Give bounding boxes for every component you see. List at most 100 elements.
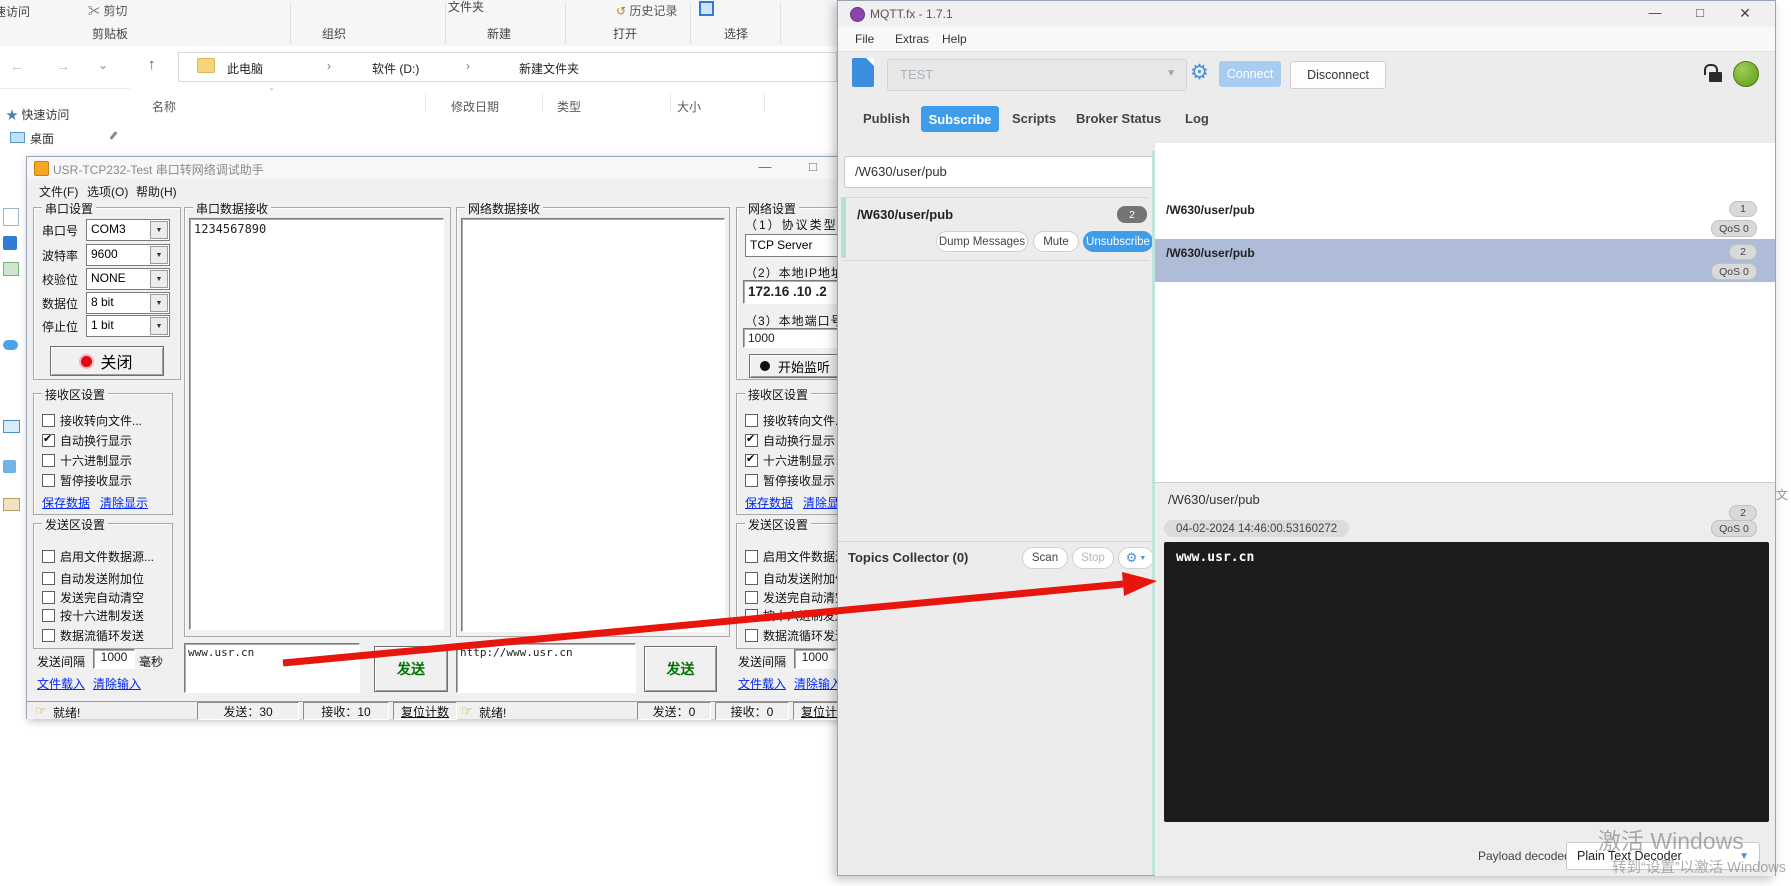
parity-select[interactable]: NONE▼ (86, 268, 170, 290)
checkbox-icon[interactable] (42, 629, 55, 642)
checkbox-icon[interactable] (745, 434, 758, 447)
cut-button[interactable]: ✂ 剪切 (88, 2, 127, 19)
checkbox-clear-after-send[interactable]: 发送完自动清空 (745, 589, 847, 606)
menu-options[interactable]: 选项(O) (87, 183, 128, 200)
checkbox-loop-send[interactable]: 数据流循环发送 (745, 627, 847, 644)
baud-rate-select[interactable]: 9600▼ (86, 244, 170, 266)
save-data-link[interactable]: 保存数据 (42, 494, 90, 511)
usr-minimize-button[interactable]: — (757, 159, 773, 174)
mute-button[interactable]: Mute (1033, 231, 1079, 252)
checkbox-hex-display[interactable]: 十六进制显示 (42, 452, 132, 469)
serial-send-input[interactable]: www.usr.cn (184, 643, 360, 693)
load-file-link[interactable]: 文件载入 (37, 675, 85, 692)
dropdown-arrow-icon[interactable]: ▼ (150, 246, 168, 264)
tab-subscribe[interactable]: Subscribe (921, 106, 999, 132)
column-header-name[interactable]: 名称 (152, 98, 176, 115)
message-row[interactable]: /W630/user/pub 1 QoS 0 (1155, 196, 1775, 240)
clear-input-link[interactable]: 清除输入 (794, 675, 842, 692)
checkbox-icon[interactable] (745, 550, 758, 563)
checkbox-file-source[interactable]: 启用文件数据源... (42, 548, 154, 565)
collector-gear-button[interactable]: ⚙▼ (1118, 547, 1154, 569)
back-icon[interactable]: ← (10, 58, 24, 74)
checkbox-icon[interactable] (42, 591, 55, 604)
data-bits-select[interactable]: 8 bit▼ (86, 292, 170, 314)
menu-help[interactable]: Help (942, 32, 967, 46)
column-separator[interactable] (764, 94, 765, 112)
history-button[interactable]: ↺ 历史记录 (616, 2, 677, 19)
mqtt-close-button[interactable]: ✕ (1728, 5, 1762, 22)
clear-display-link[interactable]: 清除显示 (100, 494, 148, 511)
menu-help[interactable]: 帮助(H) (136, 183, 177, 200)
document-icon[interactable] (3, 208, 19, 226)
net-send-button[interactable]: 发送 (644, 646, 717, 692)
checkbox-loop-send[interactable]: 数据流循环发送 (42, 627, 144, 644)
serial-port-select[interactable]: COM3▼ (86, 219, 170, 241)
dropdown-arrow-icon[interactable]: ▼ (150, 270, 168, 288)
stop-bits-select[interactable]: 1 bit▼ (86, 315, 170, 337)
mqtt-title-bar[interactable]: MQTT.fx - 1.7.1 — □ ✕ (838, 1, 1775, 27)
library-icon[interactable] (3, 460, 16, 473)
sidebar-item-desktop[interactable]: 桌面 (10, 130, 54, 147)
checkbox-pause-recv[interactable]: 暂停接收显示 (745, 472, 835, 489)
network-icon[interactable] (3, 498, 20, 511)
scan-button[interactable]: Scan (1022, 547, 1068, 569)
pictures-icon[interactable] (3, 262, 19, 276)
send-interval-input[interactable]: 1000 (93, 649, 135, 669)
mqtt-maximize-button[interactable]: □ (1683, 5, 1717, 20)
breadcrumb[interactable]: 此电脑 › 软件 (D:) › 新建文件夹 (178, 52, 837, 82)
menu-extras[interactable]: Extras (895, 32, 929, 46)
this-pc-icon[interactable] (3, 420, 20, 433)
checkbox-pause-recv[interactable]: 暂停接收显示 (42, 472, 132, 489)
column-header-type[interactable]: 类型 (557, 98, 581, 115)
profile-select[interactable]: TEST ▼ (887, 59, 1187, 91)
checkbox-icon[interactable] (42, 572, 55, 585)
checkbox-recv-to-file[interactable]: 接收转向文件... (745, 412, 845, 429)
dropdown-arrow-icon[interactable]: ▼ (150, 317, 168, 335)
checkbox-auto-newline[interactable]: 自动换行显示 (42, 432, 132, 449)
checkbox-icon[interactable] (745, 454, 758, 467)
checkbox-icon[interactable] (745, 609, 758, 622)
onedrive-cloud-icon[interactable] (3, 340, 18, 350)
column-separator[interactable] (670, 94, 671, 112)
checkbox-icon[interactable] (745, 591, 758, 604)
tab-scripts[interactable]: Scripts (1012, 111, 1056, 126)
column-header-size[interactable]: 大小 (677, 98, 701, 115)
tab-publish[interactable]: Publish (863, 111, 910, 126)
select-all-icon[interactable] (699, 1, 714, 16)
menu-file[interactable]: File (855, 32, 874, 46)
connection-settings-gear-icon[interactable]: ⚙ (1190, 60, 1209, 85)
serial-recv-textarea[interactable]: 1234567890 (189, 218, 444, 630)
stop-button[interactable]: Stop (1072, 547, 1114, 569)
checkbox-icon[interactable] (42, 454, 55, 467)
checkbox-icon[interactable] (745, 474, 758, 487)
mqtt-minimize-button[interactable]: — (1638, 5, 1672, 20)
new-profile-icon[interactable] (852, 58, 874, 87)
usr-title-bar[interactable]: USR-TCP232-Test 串口转网络调试助手 — □ (27, 157, 887, 179)
breadcrumb-new-folder[interactable]: 新建文件夹 (519, 60, 579, 77)
checkbox-clear-after-send[interactable]: 发送完自动清空 (42, 589, 144, 606)
checkbox-icon[interactable] (42, 414, 55, 427)
recent-locations-icon[interactable]: ⌄ (98, 58, 108, 72)
close-serial-button[interactable]: 关闭 (50, 346, 164, 376)
column-separator[interactable] (425, 94, 426, 112)
breadcrumb-drive-d[interactable]: 软件 (D:) (372, 60, 419, 77)
usr-maximize-button[interactable]: □ (805, 159, 821, 174)
dropdown-arrow-icon[interactable]: ▼ (150, 221, 168, 239)
checkbox-icon[interactable] (745, 572, 758, 585)
net-recv-textarea[interactable] (461, 218, 725, 632)
subscribe-topic-combo[interactable]: /W630/user/pub ▼ (844, 156, 1200, 188)
checkbox-hex-display[interactable]: 十六进制显示 (745, 452, 835, 469)
new-folder-button[interactable]: 文件夹 (448, 0, 484, 15)
forward-icon[interactable]: → (56, 58, 70, 74)
send-interval-input[interactable]: 1000 (794, 649, 836, 669)
checkbox-icon[interactable] (42, 434, 55, 447)
clear-input-link[interactable]: 清除输入 (93, 675, 141, 692)
save-data-link[interactable]: 保存数据 (745, 494, 793, 511)
decoder-select[interactable]: Plain Text Decoder ▼ (1566, 842, 1760, 870)
unsubscribe-button[interactable]: Unsubscribe (1083, 231, 1153, 252)
dropdown-arrow-icon[interactable]: ▼ (150, 294, 168, 312)
payload-viewer[interactable]: www.usr.cn (1164, 542, 1769, 822)
checkbox-auto-newline[interactable]: 自动换行显示 (745, 432, 835, 449)
checkbox-icon[interactable] (42, 609, 55, 622)
checkbox-send-hex[interactable]: 按十六进制发送 (745, 607, 847, 624)
